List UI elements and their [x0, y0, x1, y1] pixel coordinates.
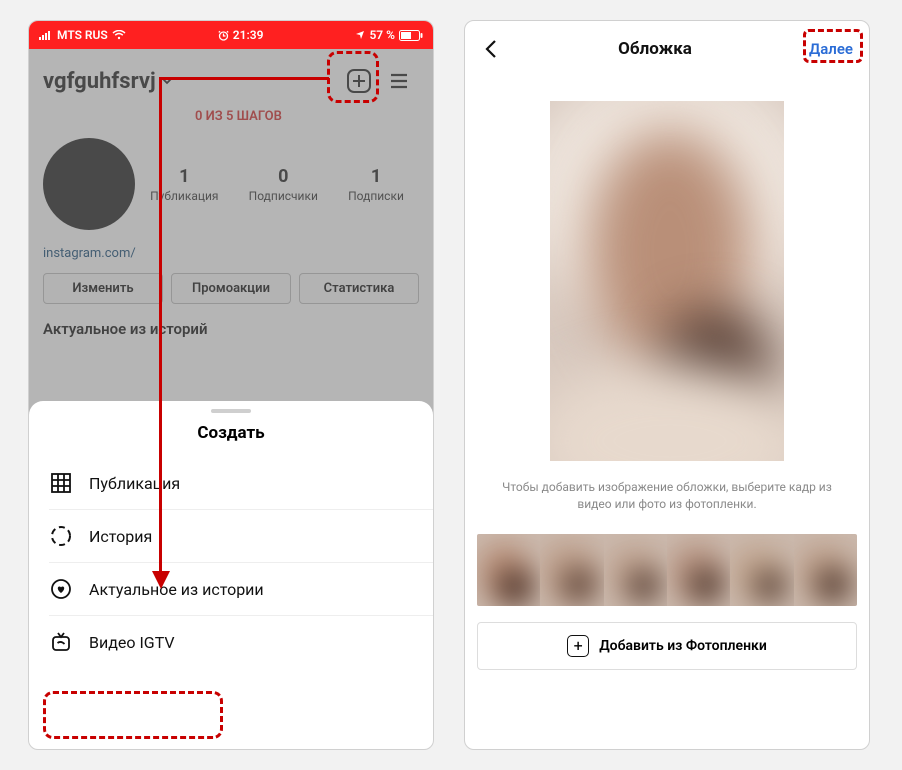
video-frame-strip[interactable]	[477, 534, 857, 606]
alarm-icon	[218, 30, 229, 41]
igtv-icon	[49, 630, 73, 654]
page-title: Обложка	[505, 39, 805, 59]
phone-cover-selection: Обложка Далее Чтобы добавить изображение…	[464, 20, 870, 750]
sheet-drag-handle[interactable]	[211, 409, 251, 413]
plus-icon: +	[567, 635, 589, 657]
sheet-item-label: Публикация	[89, 474, 180, 493]
wifi-icon	[112, 30, 126, 40]
battery-pct: 57 %	[369, 28, 395, 42]
sheet-item-label: Актуальное из истории	[89, 580, 264, 599]
grid-icon	[49, 471, 73, 495]
sheet-item-label: Видео IGTV	[89, 633, 175, 652]
add-from-camera-roll-button[interactable]: + Добавить из Фотопленки	[477, 622, 857, 670]
sheet-item-igtv[interactable]: Видео IGTV	[29, 616, 433, 668]
sheet-title: Создать	[29, 423, 433, 457]
cover-preview[interactable]	[550, 101, 784, 461]
status-bar: MTS RUS 21:39 57 %	[29, 21, 433, 49]
story-ring-icon	[49, 524, 73, 548]
create-bottom-sheet: Создать Публикация История Актуальное	[29, 401, 433, 749]
battery-icon	[399, 30, 423, 41]
next-button[interactable]: Далее	[805, 38, 857, 60]
cover-hint-text: Чтобы добавить изображение обложки, выбе…	[465, 479, 869, 528]
signal-icon	[39, 30, 53, 40]
sheet-item-story[interactable]: История	[29, 510, 433, 562]
statusbar-time: 21:39	[233, 28, 264, 42]
carrier-label: MTS RUS	[57, 28, 108, 42]
sheet-item-post[interactable]: Публикация	[29, 457, 433, 509]
sheet-item-highlight[interactable]: Актуальное из истории	[29, 563, 433, 615]
phone-instagram-profile: MTS RUS 21:39 57 % vgfguhfsrvj	[28, 20, 434, 750]
highlight-heart-icon	[49, 577, 73, 601]
add-from-roll-label: Добавить из Фотопленки	[599, 638, 767, 654]
location-icon	[355, 30, 365, 40]
sheet-item-label: История	[89, 527, 152, 546]
back-button[interactable]	[477, 35, 505, 63]
